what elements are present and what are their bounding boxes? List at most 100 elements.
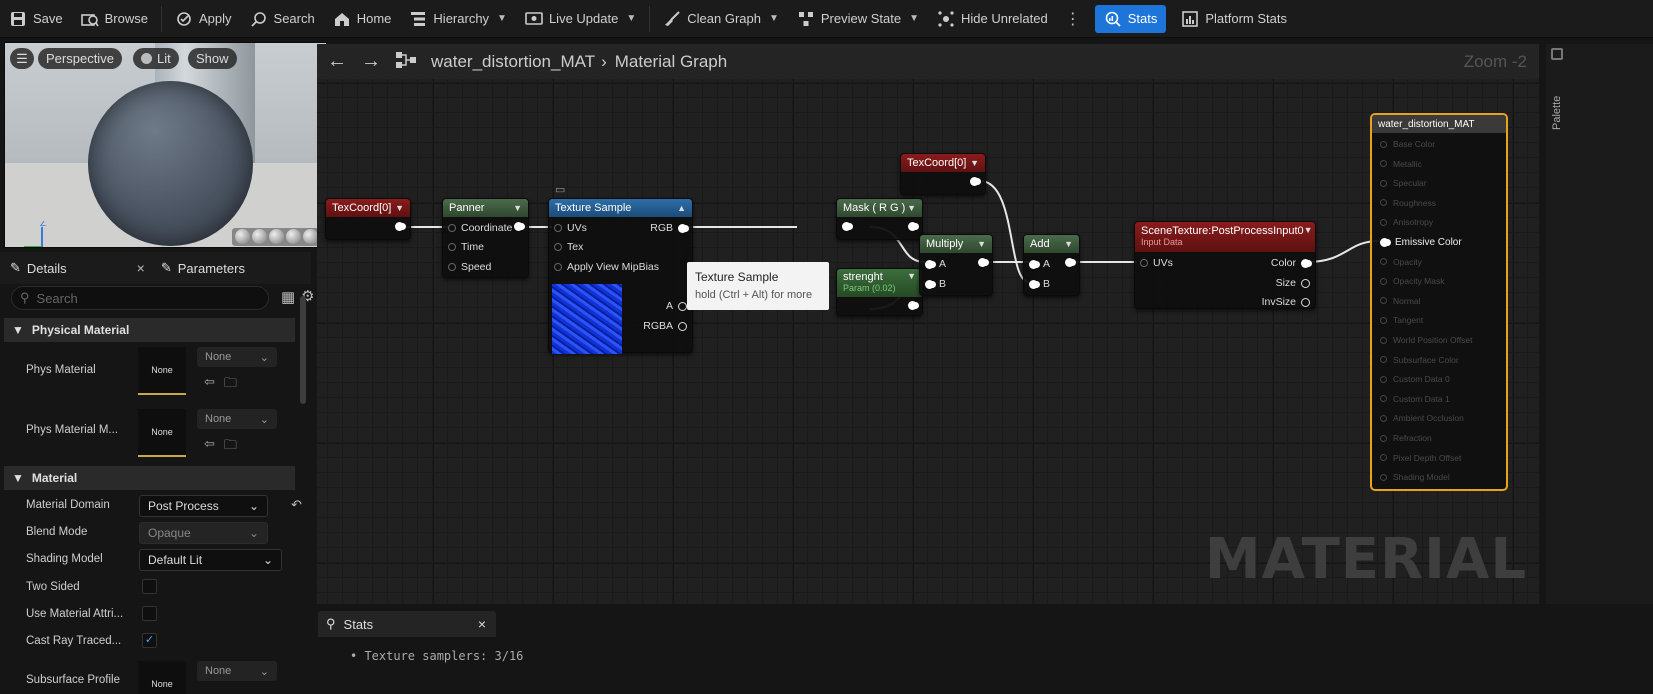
input-pin[interactable] [842, 222, 851, 231]
output-pin[interactable] [514, 222, 523, 231]
output-pin-a[interactable]: A [666, 300, 687, 312]
node-panner[interactable]: Panner ▼ Coordinate Time Speed [442, 198, 529, 278]
output-pin[interactable] [970, 177, 979, 186]
input-pin-coordinate[interactable]: Coordinate [448, 222, 512, 234]
result-pin[interactable]: Normal [1380, 296, 1420, 306]
result-pin[interactable]: Base Color [1380, 139, 1435, 149]
node-scene-texture[interactable]: SceneTexture:PostProcessInput0 Input Data… [1134, 221, 1316, 309]
viewport-menu-button[interactable]: ☰ [10, 48, 34, 69]
stats-button[interactable]: Stats [1094, 4, 1167, 33]
hierarchy-button[interactable]: Hierarchy ▼ [400, 0, 516, 38]
lit-button[interactable]: Lit [133, 48, 179, 69]
details-search-input[interactable]: ⚲ Search [11, 286, 269, 310]
use-material-attributes-checkbox[interactable] [142, 606, 157, 621]
result-pin[interactable]: Roughness [1380, 198, 1436, 208]
material-domain-dropdown[interactable]: Post Process ⌄ [139, 495, 268, 517]
cylinder-icon[interactable] [235, 229, 250, 244]
reset-icon[interactable]: ↶ [291, 497, 302, 513]
live-update-button[interactable]: Live Update ▼ [516, 0, 645, 38]
output-pin-rgb[interactable]: RGB [650, 222, 687, 234]
more-options-icon[interactable]: ⋮ [1057, 9, 1089, 29]
input-pin-a[interactable]: A [925, 258, 946, 270]
apply-button[interactable]: Apply [166, 0, 241, 38]
result-pin[interactable]: World Position Offset [1380, 335, 1473, 345]
cube-icon[interactable] [286, 229, 301, 244]
use-selected-icon[interactable]: ⇦ [204, 436, 215, 458]
result-pin[interactable]: Opacity [1380, 257, 1422, 267]
node-texcoord-2[interactable]: TexCoord[0] ▼ [900, 153, 986, 195]
node-material-result[interactable]: water_distortion_MAT Base Color Metallic S… [1370, 113, 1508, 491]
preview-state-button[interactable]: Preview State ▼ [788, 0, 928, 38]
material-preview-viewport[interactable]: ☰ Perspective Lit Show Z X [4, 42, 327, 248]
input-pin-uvs[interactable]: UVs [554, 222, 587, 234]
cast-ray-traced-checkbox[interactable]: ✓ [142, 633, 157, 648]
node-texture-sample[interactable]: Texture Sample ▲ UVs RGB Tex Apply View M… [548, 198, 693, 354]
two-sided-checkbox[interactable] [142, 579, 157, 594]
result-pin[interactable]: Shading Model [1380, 472, 1450, 482]
result-pin[interactable]: Subsurface Color [1380, 355, 1459, 365]
output-pin-rgba[interactable]: RGBA [643, 320, 687, 332]
node-mask[interactable]: Mask ( R G ) ▼ [836, 198, 923, 240]
input-pin-b[interactable]: B [925, 278, 946, 290]
tab-parameters[interactable]: ✎ Parameters [151, 252, 255, 284]
palette-tab[interactable]: Palette [1551, 70, 1565, 130]
mesh-icon[interactable] [303, 229, 318, 244]
plane-icon[interactable] [269, 229, 284, 244]
output-pin[interactable] [908, 301, 917, 310]
node-multiply[interactable]: Multiply ▼ A B [919, 234, 993, 296]
material-graph-canvas[interactable]: TexCoord[0] ▼ Panner ▼ Coordinate Time Spe… [317, 79, 1539, 604]
platform-stats-button[interactable]: Platform Stats [1172, 0, 1296, 38]
result-pin[interactable]: Tangent [1380, 315, 1423, 325]
input-pin-time[interactable]: Time [448, 241, 484, 253]
table-view-icon[interactable]: ▦ [281, 288, 295, 306]
result-pin[interactable]: Metallic [1380, 159, 1422, 169]
section-material[interactable]: ▼ Material [4, 466, 295, 490]
palette-toggle-icon[interactable] [1551, 48, 1563, 60]
sphere-icon[interactable] [252, 229, 267, 244]
result-pin[interactable]: Specular [1380, 178, 1427, 188]
input-pin-tex[interactable]: Tex [554, 241, 583, 253]
input-pin-speed[interactable]: Speed [448, 261, 491, 273]
phys-material-mask-combo[interactable]: None ⌄ [197, 409, 277, 429]
result-pin[interactable]: Custom Data 0 [1380, 374, 1450, 384]
browse-icon[interactable]: 🗀 [224, 374, 237, 396]
clean-graph-button[interactable]: Clean Graph ▼ [654, 0, 788, 38]
close-icon[interactable]: × [478, 616, 486, 632]
result-pin[interactable]: Pixel Depth Offset [1380, 453, 1461, 463]
browse-button[interactable]: Browse [72, 0, 157, 38]
input-pin-uvs[interactable]: UVs [1140, 257, 1173, 269]
blend-mode-dropdown[interactable]: Opaque ⌄ [139, 522, 268, 544]
close-icon[interactable]: × [137, 260, 145, 276]
forward-arrow-icon[interactable]: → [361, 50, 381, 73]
result-pin[interactable]: Custom Data 1 [1380, 394, 1450, 404]
input-pin-a[interactable]: A [1029, 258, 1050, 270]
use-selected-icon[interactable]: ⇦ [204, 374, 215, 396]
tab-details[interactable]: ✎ Details [0, 252, 77, 284]
output-pin-size[interactable]: Size [1276, 277, 1310, 289]
result-pin[interactable]: Refraction [1380, 433, 1432, 443]
save-button[interactable]: Save [0, 0, 72, 38]
output-pin-invsize[interactable]: InvSize [1262, 296, 1310, 308]
input-pin-b[interactable]: B [1029, 278, 1050, 290]
section-physical-material[interactable]: ▼ Physical Material [4, 318, 295, 342]
search-button[interactable]: Search [241, 0, 324, 38]
breadcrumb-asset[interactable]: water_distortion_MAT [431, 52, 595, 72]
shading-model-dropdown[interactable]: Default Lit ⌄ [139, 549, 282, 571]
back-arrow-icon[interactable]: ← [327, 50, 347, 73]
output-pin[interactable] [908, 222, 917, 231]
details-scrollbar[interactable] [300, 296, 306, 404]
output-pin[interactable] [978, 258, 987, 267]
show-button[interactable]: Show [188, 48, 237, 69]
output-pin[interactable] [1065, 258, 1074, 267]
result-pin[interactable]: Emissive Color [1380, 237, 1462, 248]
result-pin[interactable]: Ambient Occlusion [1380, 413, 1464, 423]
input-pin-mipbias[interactable]: Apply View MipBias [554, 261, 659, 273]
node-add[interactable]: Add ▼ A B [1023, 234, 1080, 296]
home-button[interactable]: Home [324, 0, 401, 38]
phys-material-combo[interactable]: None ⌄ [197, 347, 277, 367]
browse-icon[interactable]: 🗀 [224, 436, 237, 458]
subsurface-profile-thumbnail[interactable]: None [138, 661, 186, 694]
hide-unrelated-button[interactable]: Hide Unrelated [928, 0, 1057, 38]
result-pin[interactable]: Anisotropy [1380, 217, 1433, 227]
stats-tab[interactable]: ⚲ Stats × [318, 611, 496, 637]
